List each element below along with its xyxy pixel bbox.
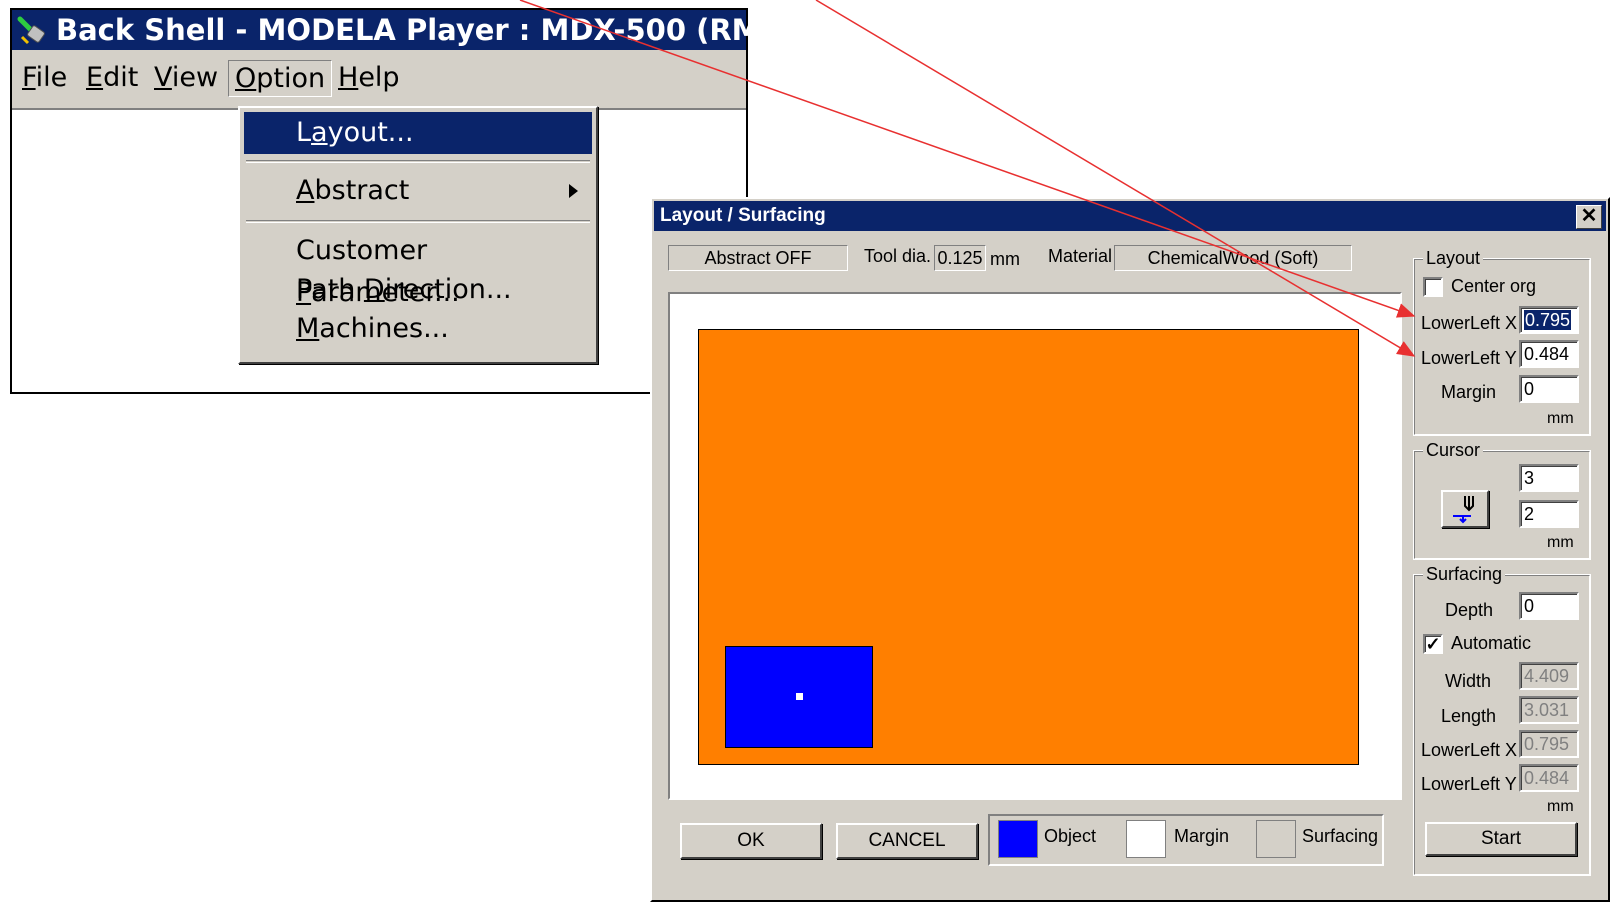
margin-label: Margin	[1441, 382, 1497, 402]
menu-item-abstract[interactable]: Abstract	[244, 170, 592, 212]
legend-object-label: Object	[1044, 826, 1097, 846]
menu-view[interactable]: View	[148, 60, 224, 95]
cursor-group-title: Cursor	[1423, 440, 1484, 461]
surfacing-lowerleft-y-label: LowerLeft Y	[1421, 774, 1517, 794]
cursor-value1-input[interactable]: 3	[1519, 464, 1579, 492]
center-org-checkbox[interactable]	[1423, 277, 1443, 297]
dialog-title-bar[interactable]: Layout / Surfacing ✕	[654, 201, 1606, 231]
surfacing-area	[698, 329, 1359, 765]
cursor-group: Cursor 3 2 mm	[1413, 440, 1591, 560]
layout-unit: mm	[1547, 410, 1574, 427]
tool-cursor-icon	[1453, 496, 1474, 524]
surfacing-group-title: Surfacing	[1423, 564, 1506, 585]
legend-margin-label: Margin	[1174, 826, 1230, 846]
close-icon[interactable]: ✕	[1576, 205, 1602, 229]
width-label: Width	[1445, 671, 1492, 691]
menu-help[interactable]: Help	[332, 60, 406, 95]
object-shape[interactable]	[725, 646, 873, 748]
layout-lowerleft-y-label: LowerLeft Y	[1421, 348, 1517, 368]
surfacing-unit: mm	[1547, 798, 1574, 815]
surfacing-lowerleft-x-label: LowerLeft X	[1421, 740, 1518, 760]
surfacing-lowerleft-y-input: 0.484	[1519, 764, 1579, 792]
margin-input[interactable]: 0	[1519, 375, 1579, 403]
menu-separator	[246, 220, 590, 223]
cancel-button[interactable]: CANCEL	[836, 823, 978, 859]
object-swatch	[998, 820, 1038, 858]
main-window: Back Shell - MODELA Player : MDX-500 (RM…	[10, 8, 825, 394]
origin-marker	[796, 693, 803, 700]
menu-item-path-direction[interactable]: Path Direction...	[244, 269, 592, 311]
surfacing-lowerleft-x-input: 0.795	[1519, 730, 1579, 758]
submenu-arrow-icon	[569, 184, 578, 198]
automatic-checkbox[interactable]: ✓	[1423, 634, 1443, 654]
layout-lowerleft-x-input[interactable]: 0.795	[1519, 306, 1579, 334]
tool-dia-unit: mm	[990, 249, 1020, 269]
menu-option[interactable]: Option	[228, 60, 333, 97]
menu-item-layout[interactable]: Layout...	[244, 112, 592, 154]
status-strip: Abstract OFF Tool dia. 0.125 mm Material…	[652, 245, 1352, 273]
width-input: 4.409	[1519, 662, 1579, 690]
menu-item-customer-parameter[interactable]: Customer Parameter...	[244, 230, 592, 308]
cursor-value2-input[interactable]: 2	[1519, 500, 1579, 528]
window-title: Back Shell - MODELA Player : MDX-500 (RM…	[56, 13, 825, 47]
legend: Object Margin Surfacing	[988, 814, 1384, 866]
layout-group: Layout Center org LowerLeft X 0.795 Lowe…	[1413, 248, 1591, 436]
material-label: Material	[1048, 246, 1113, 266]
tool-dia-value: 0.125	[934, 245, 986, 271]
layout-surfacing-dialog: Layout / Surfacing ✕ Abstract OFF Tool d…	[650, 197, 1610, 902]
margin-swatch	[1126, 820, 1166, 858]
layout-preview-canvas[interactable]	[668, 292, 1402, 800]
menu-file[interactable]: File	[16, 60, 73, 95]
menu-bar: File Edit View Option Help	[12, 50, 746, 110]
layout-group-title: Layout	[1423, 248, 1484, 269]
length-label: Length	[1441, 706, 1497, 726]
legend-surfacing-label: Surfacing	[1302, 826, 1379, 846]
modela-app-icon	[16, 13, 50, 47]
dialog-title: Layout / Surfacing	[660, 205, 826, 226]
automatic-label: Automatic	[1451, 633, 1532, 653]
cursor-move-button[interactable]	[1441, 490, 1489, 528]
menu-edit[interactable]: Edit	[80, 60, 144, 95]
depth-label: Depth	[1445, 600, 1494, 620]
abstract-status: Abstract OFF	[668, 245, 848, 271]
depth-input[interactable]: 0	[1519, 592, 1579, 620]
center-org-label: Center org	[1451, 276, 1537, 296]
layout-lowerleft-x-label: LowerLeft X	[1421, 313, 1518, 333]
tool-dia-label: Tool dia.	[864, 246, 932, 266]
option-dropdown-menu: Layout... Abstract Customer Parameter...…	[238, 106, 598, 364]
surfacing-swatch	[1256, 820, 1296, 858]
title-bar[interactable]: Back Shell - MODELA Player : MDX-500 (RM…	[12, 10, 825, 50]
ok-button[interactable]: OK	[680, 823, 822, 859]
cursor-unit: mm	[1547, 534, 1574, 551]
layout-lowerleft-x-value: 0.795	[1524, 310, 1572, 330]
menu-separator	[246, 160, 590, 163]
layout-lowerleft-y-input[interactable]: 0.484	[1519, 340, 1579, 368]
start-button[interactable]: Start	[1425, 822, 1577, 856]
material-value: ChemicalWood (Soft)	[1114, 245, 1352, 271]
length-input: 3.031	[1519, 696, 1579, 724]
menu-item-machines[interactable]: Machines...	[244, 308, 592, 350]
surfacing-group: Surfacing Depth 0 ✓ Automatic Width 4.40…	[1413, 564, 1591, 876]
